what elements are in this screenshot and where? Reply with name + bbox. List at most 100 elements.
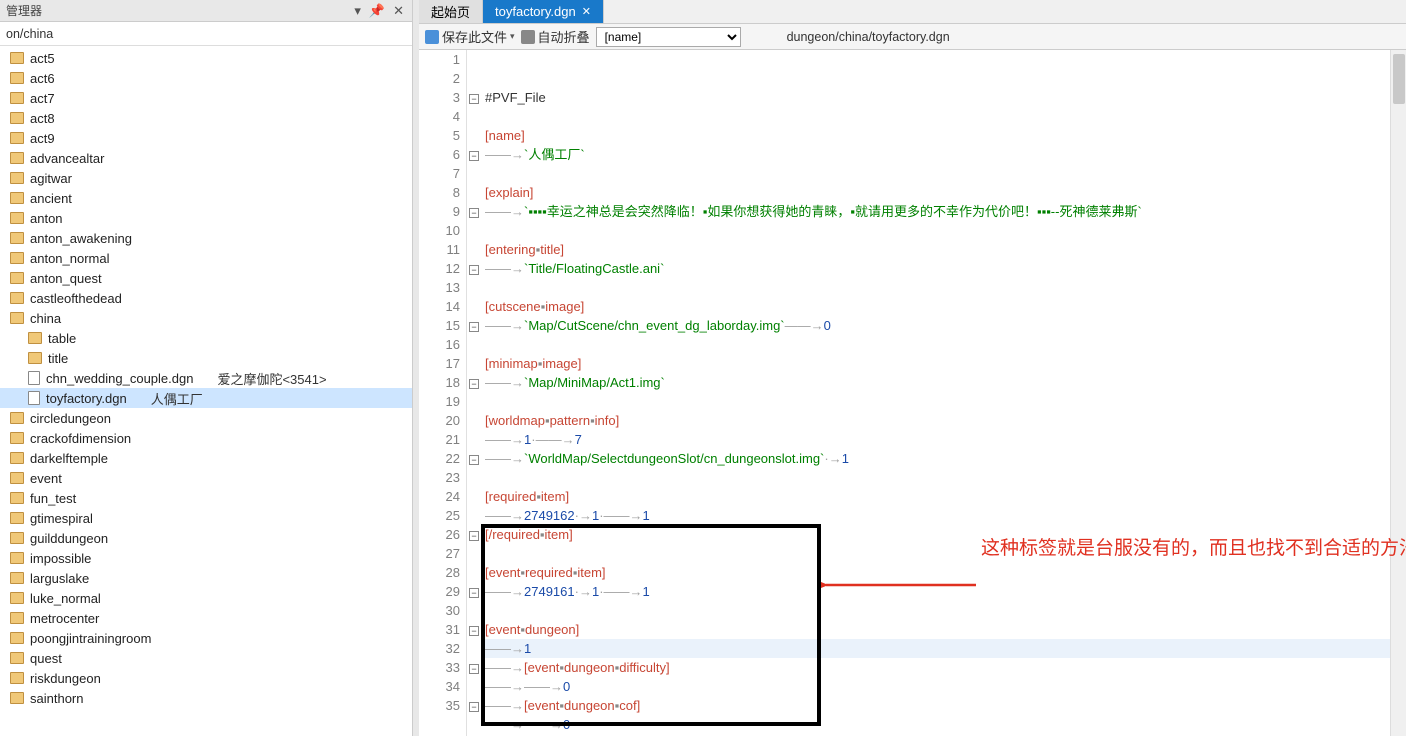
tree-folder[interactable]: event bbox=[0, 468, 412, 488]
fold-toggle[interactable]: − bbox=[469, 626, 479, 636]
dropdown-icon[interactable]: ▾ bbox=[352, 3, 363, 19]
tree-folder[interactable]: anton_normal bbox=[0, 248, 412, 268]
fold-column: − − − − − − − − − − − − bbox=[467, 50, 481, 736]
vertical-scrollbar[interactable] bbox=[1390, 50, 1406, 736]
code-line[interactable]: ——→`Map/CutScene/chn_event_dg_laborday.i… bbox=[485, 316, 1402, 335]
code-line[interactable]: ——→[event▪dungeon▪difficulty] bbox=[485, 658, 1402, 677]
tree-folder[interactable]: impossible bbox=[0, 548, 412, 568]
code-line[interactable]: ——→`人偶工厂` bbox=[485, 145, 1402, 164]
tree-file[interactable]: chn_wedding_couple.dgn爱之摩伽陀<3541> bbox=[0, 368, 412, 388]
fold-toggle[interactable]: − bbox=[469, 208, 479, 218]
close-icon[interactable]: ✕ bbox=[582, 5, 591, 18]
code-line[interactable]: ——→`Title/FloatingCastle.ani` bbox=[485, 259, 1402, 278]
section-select[interactable]: [name] bbox=[596, 27, 741, 47]
code-line[interactable]: [worldmap▪pattern▪info] bbox=[485, 411, 1402, 430]
code-line[interactable]: [explain] bbox=[485, 183, 1402, 202]
tree-folder[interactable]: anton_quest bbox=[0, 268, 412, 288]
code-line[interactable] bbox=[485, 335, 1402, 354]
tree-folder[interactable]: fun_test bbox=[0, 488, 412, 508]
tree-folder[interactable]: quest bbox=[0, 648, 412, 668]
tree-folder[interactable]: table bbox=[0, 328, 412, 348]
code-line[interactable]: ——→2749162·→1·——→1 bbox=[485, 506, 1402, 525]
tree-folder[interactable]: metrocenter bbox=[0, 608, 412, 628]
tab[interactable]: 起始页 bbox=[419, 0, 483, 23]
fold-toggle[interactable]: − bbox=[469, 588, 479, 598]
fold-toggle[interactable]: − bbox=[469, 322, 479, 332]
tree-folder[interactable]: guilddungeon bbox=[0, 528, 412, 548]
tree-folder[interactable]: act5 bbox=[0, 48, 412, 68]
fold-toggle[interactable]: − bbox=[469, 455, 479, 465]
folder-icon bbox=[10, 212, 24, 224]
tree-folder[interactable]: anton_awakening bbox=[0, 228, 412, 248]
tree-folder[interactable]: ancient bbox=[0, 188, 412, 208]
code-line[interactable]: ——→`WorldMap/SelectdungeonSlot/cn_dungeo… bbox=[485, 449, 1402, 468]
fold-toggle[interactable]: − bbox=[469, 664, 479, 674]
code-line[interactable] bbox=[485, 107, 1402, 126]
tree-folder[interactable]: crackofdimension bbox=[0, 428, 412, 448]
code-line[interactable] bbox=[485, 468, 1402, 487]
tree-folder[interactable]: larguslake bbox=[0, 568, 412, 588]
fold-toggle[interactable]: − bbox=[469, 379, 479, 389]
code-line[interactable]: #PVF_File bbox=[485, 88, 1402, 107]
tree-folder[interactable]: anton bbox=[0, 208, 412, 228]
code-line[interactable]: [event▪dungeon] bbox=[485, 620, 1402, 639]
tree-folder[interactable]: luke_normal bbox=[0, 588, 412, 608]
path-bar[interactable]: on/china bbox=[0, 22, 412, 46]
code-line[interactable]: ——→`Map/MiniMap/Act1.img` bbox=[485, 373, 1402, 392]
code-line[interactable]: [entering▪title] bbox=[485, 240, 1402, 259]
code-line[interactable]: ——→——→0 bbox=[485, 715, 1402, 734]
tab[interactable]: toyfactory.dgn ✕ bbox=[483, 0, 604, 23]
code-line[interactable]: ——→——→0 bbox=[485, 677, 1402, 696]
code-line[interactable] bbox=[485, 392, 1402, 411]
annotation-text: 这种标签就是台服没有的，而且也找不到合适的方法代替，所以直接删除，类似的很多。 bbox=[981, 535, 1381, 563]
tree-folder[interactable]: sainthorn bbox=[0, 688, 412, 708]
fold-toggle[interactable]: − bbox=[469, 531, 479, 541]
tree-folder[interactable]: title bbox=[0, 348, 412, 368]
file-tree[interactable]: act5act6act7act8act9advancealtar agitwar a… bbox=[0, 46, 412, 736]
code-line[interactable]: [cutscene▪image] bbox=[485, 297, 1402, 316]
code-line[interactable]: [minimap▪image] bbox=[485, 354, 1402, 373]
code-line[interactable]: ——→1 bbox=[485, 639, 1402, 658]
folder-icon bbox=[10, 252, 24, 264]
tree-folder[interactable]: act9 bbox=[0, 128, 412, 148]
autofold-button[interactable]: 自动折叠 bbox=[521, 27, 590, 46]
tree-folder[interactable]: act8 bbox=[0, 108, 412, 128]
tree-folder[interactable]: advancealtar bbox=[0, 148, 412, 168]
fold-toggle[interactable]: − bbox=[469, 265, 479, 275]
code-line[interactable]: [name] bbox=[485, 126, 1402, 145]
code-line[interactable]: ——→[event▪dungeon▪cof] bbox=[485, 696, 1402, 715]
folder-icon bbox=[10, 632, 24, 644]
fold-toggle[interactable]: − bbox=[469, 94, 479, 104]
tree-folder[interactable]: darkelftemple bbox=[0, 448, 412, 468]
code-line[interactable] bbox=[485, 164, 1402, 183]
tree-folder[interactable]: poongjintrainingroom bbox=[0, 628, 412, 648]
save-icon bbox=[425, 30, 439, 44]
line-number: 11 bbox=[425, 240, 460, 259]
tree-folder[interactable]: agitwar bbox=[0, 168, 412, 188]
scrollbar-thumb[interactable] bbox=[1393, 54, 1405, 104]
tree-file[interactable]: toyfactory.dgn人偶工厂 bbox=[0, 388, 412, 408]
tree-folder[interactable]: china bbox=[0, 308, 412, 328]
tree-folder[interactable]: act6 bbox=[0, 68, 412, 88]
tree-folder[interactable]: castleofthedead bbox=[0, 288, 412, 308]
folder-icon bbox=[10, 492, 24, 504]
tab-label: toyfactory.dgn bbox=[495, 4, 576, 19]
save-button[interactable]: 保存此文件 ▾ bbox=[425, 27, 515, 46]
tree-item-label: impossible bbox=[30, 551, 91, 566]
tree-folder[interactable]: act7 bbox=[0, 88, 412, 108]
code-line[interactable]: ——→`▪▪▪▪幸运之神总是会突然降临！▪如果你想获得她的青睐，▪就请用更多的不… bbox=[485, 202, 1402, 221]
fold-toggle[interactable]: − bbox=[469, 151, 479, 161]
pin-icon[interactable]: 📌 bbox=[367, 3, 387, 19]
fold-toggle[interactable]: − bbox=[469, 702, 479, 712]
code-line[interactable] bbox=[485, 221, 1402, 240]
code-line[interactable]: [required▪item] bbox=[485, 487, 1402, 506]
tree-folder[interactable]: riskdungeon bbox=[0, 668, 412, 688]
folder-icon bbox=[10, 92, 24, 104]
tree-folder[interactable]: gtimespiral bbox=[0, 508, 412, 528]
code-area[interactable]: #PVF_File [name]——→`人偶工厂` [explain]——→`▪… bbox=[481, 50, 1406, 736]
tree-folder[interactable]: circledungeon bbox=[0, 408, 412, 428]
code-line[interactable]: ——→1·——→7 bbox=[485, 430, 1402, 449]
code-line[interactable] bbox=[485, 278, 1402, 297]
close-icon[interactable]: ✕ bbox=[391, 3, 406, 19]
tree-item-label: agitwar bbox=[30, 171, 72, 186]
